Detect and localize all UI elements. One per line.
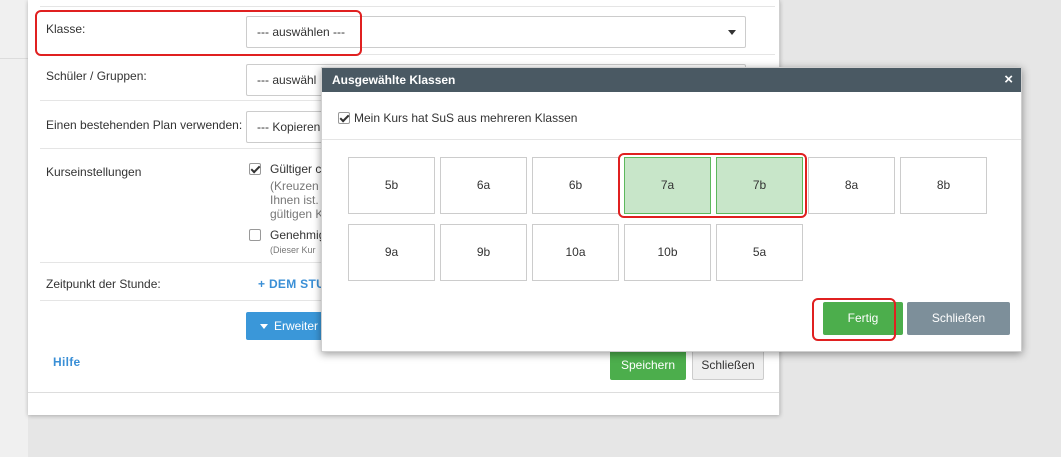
class-tile-10a[interactable]: 10a — [532, 224, 619, 281]
dialog-header: Ausgewählte Klassen × — [322, 68, 1021, 92]
class-tile-8b[interactable]: 8b — [900, 157, 987, 214]
add-time-link[interactable]: + DEM STU — [258, 277, 325, 291]
class-tile-7b[interactable]: 7b — [716, 157, 803, 214]
class-tile-7a[interactable]: 7a — [624, 157, 711, 214]
left-strip — [0, 0, 28, 457]
dialog-close-button[interactable]: Schließen — [907, 302, 1010, 335]
divider — [40, 54, 775, 55]
close-button[interactable]: Schließen — [692, 350, 764, 380]
genehmigung-checkbox[interactable] — [249, 229, 261, 241]
plan-select-value: --- Kopieren — [257, 120, 321, 134]
divider — [28, 392, 779, 393]
done-button[interactable]: Fertig — [823, 302, 903, 335]
kurseinstellungen-label: Kurseinstellungen — [46, 165, 142, 179]
divider — [322, 139, 1021, 140]
class-tile-8a[interactable]: 8a — [808, 157, 895, 214]
multiple-classes-checkbox[interactable] — [338, 112, 350, 124]
close-icon[interactable]: × — [1004, 68, 1013, 92]
genehmigung-label: Genehmig — [270, 228, 326, 242]
klasse-select[interactable]: --- auswählen --- — [246, 16, 746, 48]
left-strip-divider — [0, 58, 28, 59]
class-tile-9a[interactable]: 9a — [348, 224, 435, 281]
gueltig-checkbox[interactable] — [249, 163, 261, 175]
class-tile-10b[interactable]: 10b — [624, 224, 711, 281]
class-tile-6b[interactable]: 6b — [532, 157, 619, 214]
klasse-label: Klasse: — [46, 22, 86, 36]
divider — [40, 6, 775, 7]
save-button[interactable]: Speichern — [610, 350, 686, 380]
chevron-down-icon — [728, 30, 736, 35]
schueler-select-value: --- auswähl — [257, 73, 317, 87]
class-tile-5a[interactable]: 5a — [716, 224, 803, 281]
dialog-title: Ausgewählte Klassen — [332, 73, 456, 87]
class-tile-6a[interactable]: 6a — [440, 157, 527, 214]
help-link[interactable]: Hilfe — [53, 355, 81, 369]
chevron-down-icon — [260, 324, 268, 330]
gueltig-note: gültigen K — [270, 207, 324, 221]
class-tile-9b[interactable]: 9b — [440, 224, 527, 281]
gueltig-label: Gültiger c — [270, 162, 322, 176]
schueler-label: Schüler / Gruppen: — [46, 69, 147, 83]
genehmigung-note: (Dieser Kur — [270, 245, 316, 255]
advanced-settings-button[interactable]: Erweiter — [246, 312, 326, 340]
class-tile-5b[interactable]: 5b — [348, 157, 435, 214]
zeitpunkt-label: Zeitpunkt der Stunde: — [46, 277, 161, 291]
gueltig-note: (Kreuzen — [270, 179, 319, 193]
klasse-select-value: --- auswählen --- — [257, 25, 346, 39]
plan-label: Einen bestehenden Plan verwenden: — [46, 118, 243, 132]
gueltig-note: Ihnen ist. — [270, 193, 319, 207]
selected-classes-dialog: Ausgewählte Klassen × Mein Kurs hat SuS … — [321, 67, 1022, 352]
multiple-classes-label: Mein Kurs hat SuS aus mehreren Klassen — [354, 111, 578, 125]
advanced-settings-label: Erweiter — [274, 319, 319, 333]
